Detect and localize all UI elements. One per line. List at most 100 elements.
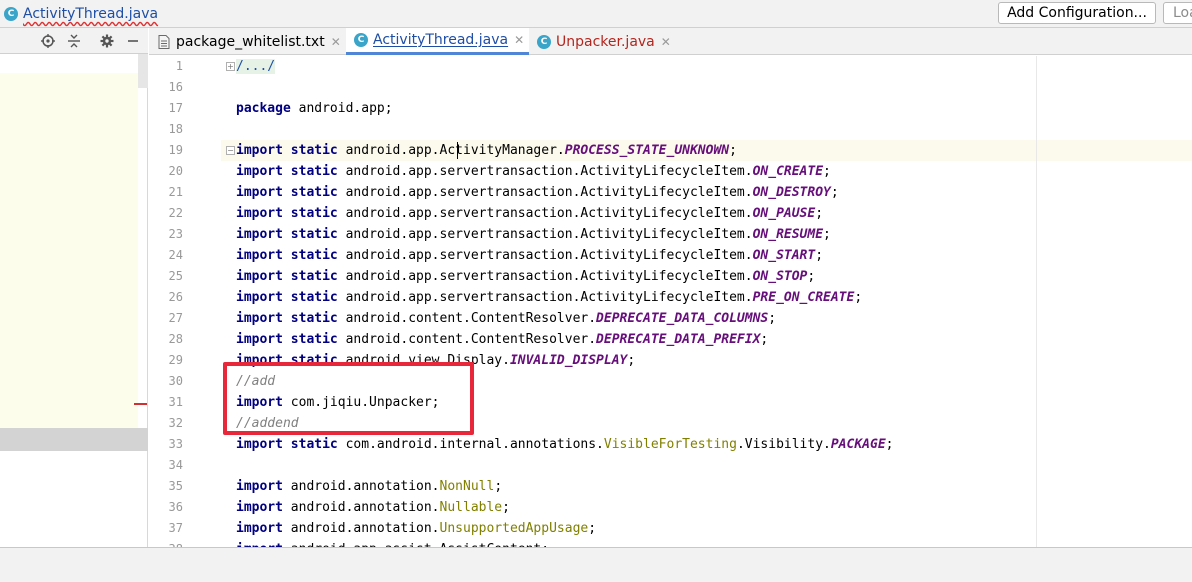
- right-margin-guide: [1036, 56, 1037, 547]
- code-line[interactable]: import static android.app.servertransact…: [236, 266, 815, 287]
- code-line[interactable]: /.../: [236, 56, 276, 77]
- close-icon[interactable]: ✕: [514, 33, 524, 47]
- code-token: NonNull: [439, 479, 495, 494]
- code-token: import: [236, 500, 283, 515]
- code-token: ;: [885, 437, 894, 452]
- code-token: android.annotation.: [282, 479, 440, 494]
- code-line[interactable]: import static android.app.ActivityManage…: [236, 140, 737, 161]
- line-number: 35: [168, 479, 183, 493]
- code-token: PROCESS_STATE_UNKNOWN: [564, 143, 730, 158]
- code-token: /.../: [236, 59, 276, 74]
- line-number: 32: [168, 416, 183, 430]
- close-icon[interactable]: ✕: [661, 35, 671, 49]
- selected-tree-row[interactable]: [0, 428, 148, 451]
- minimize-icon[interactable]: [123, 31, 143, 51]
- tab-activity-thread[interactable]: C ActivityThread.java ✕: [346, 28, 529, 55]
- code-line[interactable]: import static android.app.servertransact…: [236, 224, 831, 245]
- code-line[interactable]: import android.annotation.UnsupportedApp…: [236, 518, 596, 539]
- code-token: ;: [807, 269, 816, 284]
- code-token: import: [236, 164, 283, 179]
- code-token: static: [290, 248, 338, 263]
- line-number-gutter[interactable]: 1 16 17 18 19 20 21 22 23 24 25 26 27 28 29 30 31 32 33 34 3…: [149, 56, 221, 547]
- code-token: ;: [854, 290, 863, 305]
- code-token: static: [290, 143, 338, 158]
- locate-icon[interactable]: [38, 31, 58, 51]
- code-token: android.app.ActivityManager.: [337, 143, 565, 158]
- code-token: static: [290, 269, 338, 284]
- code-token: import: [236, 206, 283, 221]
- code-token: ;: [823, 164, 831, 179]
- code-token: ;: [815, 206, 824, 221]
- expand-fold-icon[interactable]: +: [226, 62, 235, 71]
- navigation-bar: C ActivityThread.java Add Configuration.…: [0, 0, 1192, 28]
- code-line[interactable]: import static android.app.servertransact…: [236, 203, 823, 224]
- code-token: ON_RESUME: [752, 227, 824, 242]
- code-line[interactable]: import static android.app.servertransact…: [236, 245, 823, 266]
- code-token: package: [236, 101, 291, 116]
- code-token: ;: [760, 332, 769, 347]
- breadcrumb[interactable]: C ActivityThread.java: [4, 4, 158, 24]
- line-number: 37: [168, 521, 183, 535]
- line-number: 24: [168, 248, 183, 262]
- line-number: 31: [168, 395, 183, 409]
- close-icon[interactable]: ✕: [331, 35, 341, 49]
- code-line[interactable]: import static android.app.servertransact…: [236, 287, 862, 308]
- line-number: 1: [175, 59, 183, 73]
- code-token: ;: [815, 248, 824, 263]
- load-button[interactable]: Loa: [1163, 2, 1192, 24]
- line-number: 25: [168, 269, 183, 283]
- code-token: PACKAGE: [830, 437, 886, 452]
- code-line[interactable]: import android.annotation.NonNull;: [236, 476, 502, 497]
- code-token: static: [290, 164, 338, 179]
- code-line[interactable]: import static android.app.servertransact…: [236, 182, 839, 203]
- code-token: DEPRECATE_DATA_COLUMNS: [596, 311, 769, 326]
- add-configuration-button[interactable]: Add Configuration...: [998, 2, 1156, 24]
- code-token: android.app.servertransaction.ActivityLi…: [337, 248, 753, 263]
- line-number: 22: [168, 206, 183, 220]
- line-number: 33: [168, 437, 183, 451]
- code-line[interactable]: package android.app;: [236, 98, 393, 119]
- code-token: ;: [502, 500, 510, 515]
- code-line[interactable]: import static android.content.ContentRes…: [236, 329, 768, 350]
- code-token: android.app.servertransaction.ActivityLi…: [337, 227, 753, 242]
- code-token: VisibleForTesting: [603, 437, 737, 452]
- code-line[interactable]: import android.app.assist.AssistContent;: [236, 539, 549, 547]
- code-token: import: [236, 479, 283, 494]
- tab-label: ActivityThread.java: [373, 32, 509, 48]
- code-token: android.content.ContentResolver.: [337, 311, 597, 326]
- code-line[interactable]: import android.annotation.Nullable;: [236, 497, 510, 518]
- code-token: ;: [729, 143, 737, 158]
- tab-unpacker[interactable]: C Unpacker.java ✕: [529, 28, 679, 55]
- text-file-icon: [157, 34, 171, 49]
- collapse-icon[interactable]: [64, 31, 84, 51]
- project-tool-window: [0, 28, 148, 548]
- code-token: ;: [768, 311, 777, 326]
- code-line[interactable]: import static android.content.ContentRes…: [236, 308, 776, 329]
- line-number: 27: [168, 311, 183, 325]
- java-class-icon: C: [354, 33, 368, 47]
- code-token: UnsupportedAppUsage: [439, 521, 589, 536]
- collapse-fold-icon[interactable]: −: [226, 146, 235, 155]
- tab-package-whitelist[interactable]: package_whitelist.txt ✕: [149, 28, 346, 55]
- code-token: DEPRECATE_DATA_PREFIX: [596, 332, 761, 347]
- line-number: 34: [168, 458, 183, 472]
- gear-icon[interactable]: [97, 31, 117, 51]
- code-token: android.annotation.: [282, 500, 440, 515]
- code-token: static: [290, 290, 338, 305]
- line-number: 21: [168, 185, 183, 199]
- code-token: static: [290, 206, 338, 221]
- code-token: PRE_ON_CREATE: [752, 290, 855, 305]
- code-token: static: [290, 311, 338, 326]
- code-token: INVALID_DISPLAY: [509, 353, 628, 368]
- code-line[interactable]: import static android.app.servertransact…: [236, 161, 831, 182]
- scrollbar[interactable]: [138, 54, 148, 88]
- code-token: import: [236, 311, 283, 326]
- breadcrumb-file-name[interactable]: ActivityThread.java: [23, 6, 158, 22]
- code-token: android.content.ContentResolver.: [337, 332, 597, 347]
- code-token: ON_STOP: [752, 269, 808, 284]
- code-editor[interactable]: 1 16 17 18 19 20 21 22 23 24 25 26 27 28 29 30 31 32 33 34 3…: [149, 56, 1192, 547]
- code-line[interactable]: import static com.android.internal.annot…: [236, 434, 893, 455]
